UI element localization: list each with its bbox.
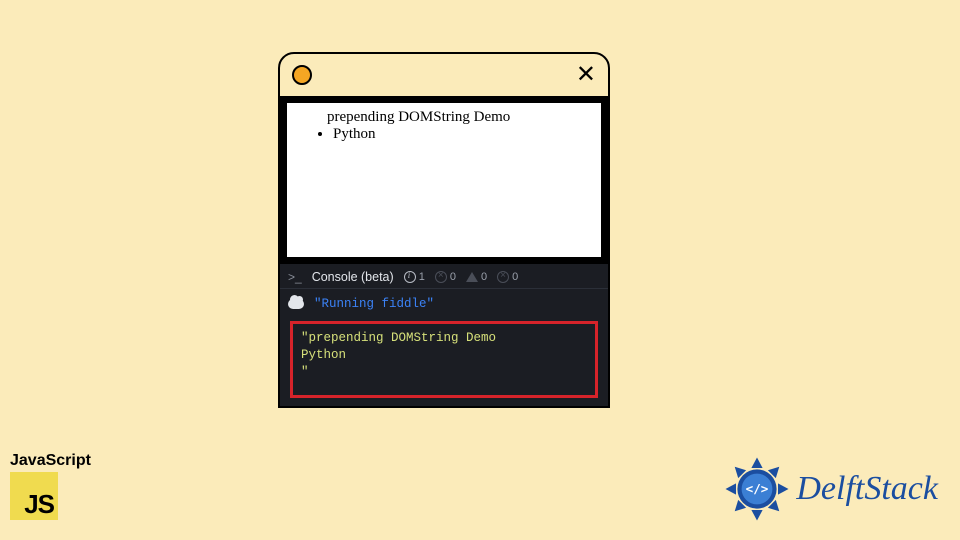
output-quote-open: " <box>301 331 309 345</box>
traffic-light-dot[interactable] <box>292 65 312 85</box>
javascript-badge: JavaScript JS <box>10 452 91 520</box>
other-count-badge[interactable]: 0 <box>497 271 518 283</box>
warn-count-badge[interactable]: 0 <box>466 271 487 283</box>
close-icon[interactable]: ✕ <box>576 63 596 87</box>
output-quote-close: " <box>301 365 309 379</box>
console-body: "Running fiddle" "prepending DOMString D… <box>280 289 608 406</box>
output-line-2: Python <box>301 348 346 362</box>
javascript-logo-icon: JS <box>10 472 58 520</box>
console-output-highlight: "prepending DOMString Demo Python " <box>290 321 598 398</box>
demo-heading-text: prepending DOMString Demo <box>327 109 593 126</box>
other-count: 0 <box>512 271 518 283</box>
brand-name: DelftStack <box>796 470 938 508</box>
cloud-icon <box>288 299 304 309</box>
brand-footer: </> DelftStack <box>722 454 938 524</box>
error-count-badge[interactable]: 0 <box>435 271 456 283</box>
demo-list: Python <box>333 126 593 143</box>
info-count: 1 <box>419 271 425 283</box>
warn-count: 0 <box>481 271 487 283</box>
svg-text:</>: </> <box>746 481 769 496</box>
console-log-line: "Running fiddle" <box>288 297 600 311</box>
list-item: Python <box>333 126 593 143</box>
window-titlebar: ✕ <box>280 54 608 96</box>
info-count-badge[interactable]: 1 <box>404 271 425 283</box>
delftstack-logo-icon: </> <box>722 454 792 524</box>
devtools-console: >_ Console (beta) 1 0 0 0 "Running fiddl… <box>280 264 608 406</box>
error-count: 0 <box>450 271 456 283</box>
console-prompt-icon: >_ <box>288 270 302 284</box>
browser-window: ✕ prepending DOMString Demo Python >_ Co… <box>278 52 610 408</box>
console-header: >_ Console (beta) 1 0 0 0 <box>280 264 608 289</box>
running-fiddle-text: "Running fiddle" <box>314 297 434 311</box>
console-tab-label[interactable]: Console (beta) <box>312 270 394 284</box>
js-logo-text: JS <box>24 489 54 520</box>
output-line-1: prepending DOMString Demo <box>309 331 497 345</box>
javascript-label: JavaScript <box>10 452 91 470</box>
page-viewport: prepending DOMString Demo Python <box>280 96 608 264</box>
